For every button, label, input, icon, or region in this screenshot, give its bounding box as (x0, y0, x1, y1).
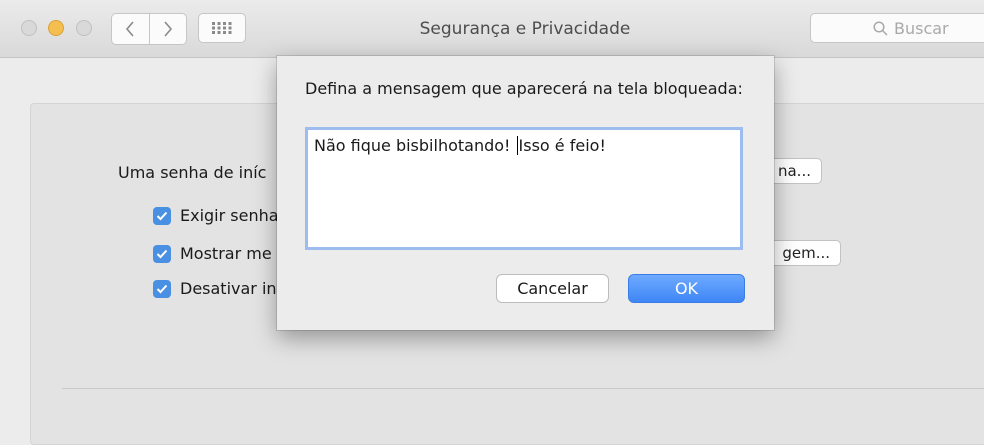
show-all-button[interactable] (198, 13, 246, 43)
search-field[interactable]: Buscar (810, 13, 984, 43)
login-password-label: Uma senha de iníc (118, 163, 267, 182)
window-title: Segurança e Privacidade (419, 19, 631, 39)
grid-icon (212, 22, 232, 34)
search-placeholder: Buscar (894, 18, 949, 38)
message-text-before-caret: Não fique bisbilhotando! (314, 136, 516, 155)
text-caret (516, 136, 518, 155)
zoom-window-button[interactable] (76, 20, 92, 36)
forward-button[interactable] (148, 14, 187, 44)
cancel-button[interactable]: Cancelar (496, 274, 609, 303)
checkmark-icon (156, 249, 168, 259)
require-password-checkbox[interactable] (153, 207, 171, 225)
navigation-buttons (111, 13, 187, 45)
title-bar: Segurança e Privacidade Buscar (0, 0, 984, 58)
section-divider (62, 388, 984, 389)
back-button[interactable] (112, 14, 149, 44)
show-message-checkbox[interactable] (153, 245, 171, 263)
lock-message-input[interactable]: Não fique bisbilhotando! Isso é feio! (305, 127, 743, 250)
lock-message-dialog: Defina a mensagem que aparecerá na tela … (277, 56, 774, 330)
disable-login-label: Desativar in (180, 279, 277, 298)
dialog-prompt: Defina a mensagem que aparecerá na tela … (305, 79, 743, 98)
close-window-button[interactable] (21, 20, 37, 36)
ok-button[interactable]: OK (628, 274, 745, 303)
chevron-left-icon (126, 21, 134, 37)
chevron-right-icon (164, 21, 172, 37)
disable-login-checkbox[interactable] (153, 280, 171, 298)
search-icon (873, 20, 888, 36)
checkmark-icon (156, 211, 168, 221)
minimize-window-button[interactable] (48, 20, 64, 36)
require-password-label: Exigir senha (180, 206, 279, 225)
show-message-label: Mostrar me (180, 244, 272, 263)
checkmark-icon (156, 284, 168, 294)
message-text-after-caret: Isso é feio! (518, 136, 606, 155)
